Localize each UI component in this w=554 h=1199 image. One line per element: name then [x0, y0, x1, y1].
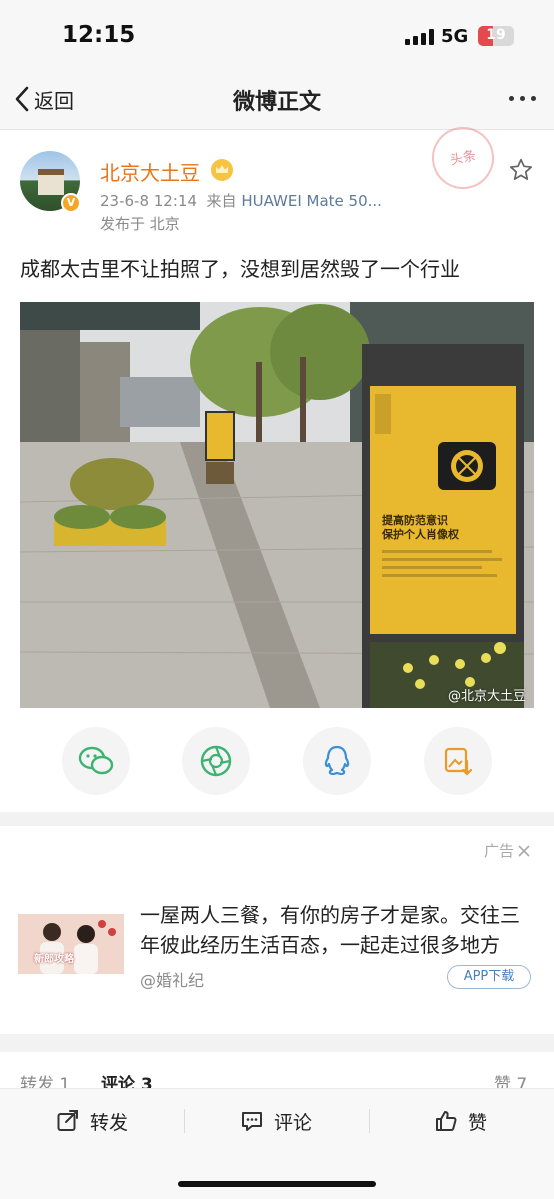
street-photo: 提高防范意识 保护个人肖像权	[20, 302, 534, 708]
ad-text-content: 一屋两人三餐，有你的房子才是家。交往三年彼此经历生活百态，一起走过很多地方	[140, 903, 520, 957]
status-bar: 12:15 5G 19	[0, 0, 554, 70]
share-row	[0, 727, 554, 797]
share-qq-button[interactable]	[303, 727, 371, 795]
ad-text: 一屋两人三餐，有你的房子才是家。交往三年彼此经历生活百态，一起走过很多地方	[140, 900, 535, 962]
ad-image[interactable]: 新郎攻略	[18, 914, 124, 974]
battery-level: 19	[486, 27, 506, 43]
post-card: V 北京大土豆 23-6-8 12:14 来自 HUAWEI Mate 50..…	[0, 121, 554, 811]
more-dot-icon	[531, 96, 536, 101]
sign-line1: 提高防范意识	[382, 513, 448, 527]
network-label: 5G	[441, 26, 469, 47]
author-name[interactable]: 北京大土豆	[100, 157, 200, 186]
stats-tabs: 转发 1 评论 3 赞 7	[0, 1052, 554, 1095]
nav-bar: 返回 微博正文	[0, 70, 554, 130]
section-divider	[0, 812, 554, 826]
wechat-icon	[78, 746, 114, 775]
source-prefix: 来自	[206, 192, 237, 210]
ad-card[interactable]: 广告 新郎攻略 一屋两人三餐，有你的房子才是家。交往三年彼此经历生活百态，一起走…	[0, 826, 554, 1034]
sign-line2: 保护个人肖像权	[381, 527, 460, 541]
thumbs-up-icon	[436, 1111, 457, 1131]
ad-label-text: 广告	[483, 842, 514, 860]
comment-button[interactable]: 评论	[240, 1107, 312, 1135]
repost-icon	[57, 1110, 78, 1131]
headline-stamp: 头条	[426, 121, 500, 195]
post-image[interactable]: 提高防范意识 保护个人肖像权 @北京大土豆	[20, 302, 534, 708]
bottom-action-bar: 转发 评论 赞	[0, 1088, 554, 1199]
more-dot-icon	[509, 96, 514, 101]
home-indicator	[178, 1181, 376, 1187]
ad-image-caption: 新郎攻略	[34, 954, 74, 965]
post-meta: 23-6-8 12:14 来自 HUAWEI Mate 50...	[100, 190, 382, 211]
more-menu-button[interactable]	[509, 96, 536, 101]
qq-icon	[324, 745, 350, 776]
ad-source[interactable]: @婚礼纪	[140, 967, 204, 991]
repost-label: 转发	[90, 1111, 129, 1134]
close-icon	[518, 844, 530, 857]
repost-button[interactable]: 转发	[56, 1107, 128, 1135]
more-dot-icon	[520, 96, 525, 101]
post-location: 发布于 北京	[100, 215, 180, 233]
battery-icon: 19	[478, 26, 514, 46]
post-time: 23-6-8 12:14	[100, 192, 197, 210]
star-icon[interactable]	[508, 157, 534, 183]
like-label: 赞	[468, 1111, 488, 1134]
action-separator	[184, 1109, 185, 1133]
image-watermark: @北京大土豆	[447, 689, 526, 704]
action-separator	[369, 1109, 370, 1133]
page-title: 微博正文	[232, 90, 321, 115]
share-moments-button[interactable]	[182, 727, 250, 795]
share-wechat-button[interactable]	[62, 727, 130, 795]
stamp-label: 头条	[448, 148, 478, 169]
comment-icon	[242, 1112, 262, 1131]
save-image-icon	[444, 747, 473, 776]
status-time: 12:15	[62, 22, 136, 48]
like-button[interactable]: 赞	[434, 1107, 487, 1135]
crown-badge-icon	[211, 159, 233, 181]
post-text: 成都太古里不让拍照了，没想到居然毁了一个行业	[20, 257, 460, 281]
signal-icon	[405, 29, 435, 45]
comment-label: 评论	[274, 1111, 313, 1134]
verified-badge-icon: V	[61, 193, 81, 213]
post-source[interactable]: HUAWEI Mate 50...	[241, 192, 382, 210]
section-divider	[0, 1034, 554, 1052]
ad-thumbnail	[18, 914, 124, 974]
save-image-button[interactable]	[424, 727, 492, 795]
app-download-button[interactable]: APP下载	[447, 965, 531, 989]
ad-label[interactable]: 广告	[484, 840, 532, 861]
moments-icon	[200, 745, 232, 777]
